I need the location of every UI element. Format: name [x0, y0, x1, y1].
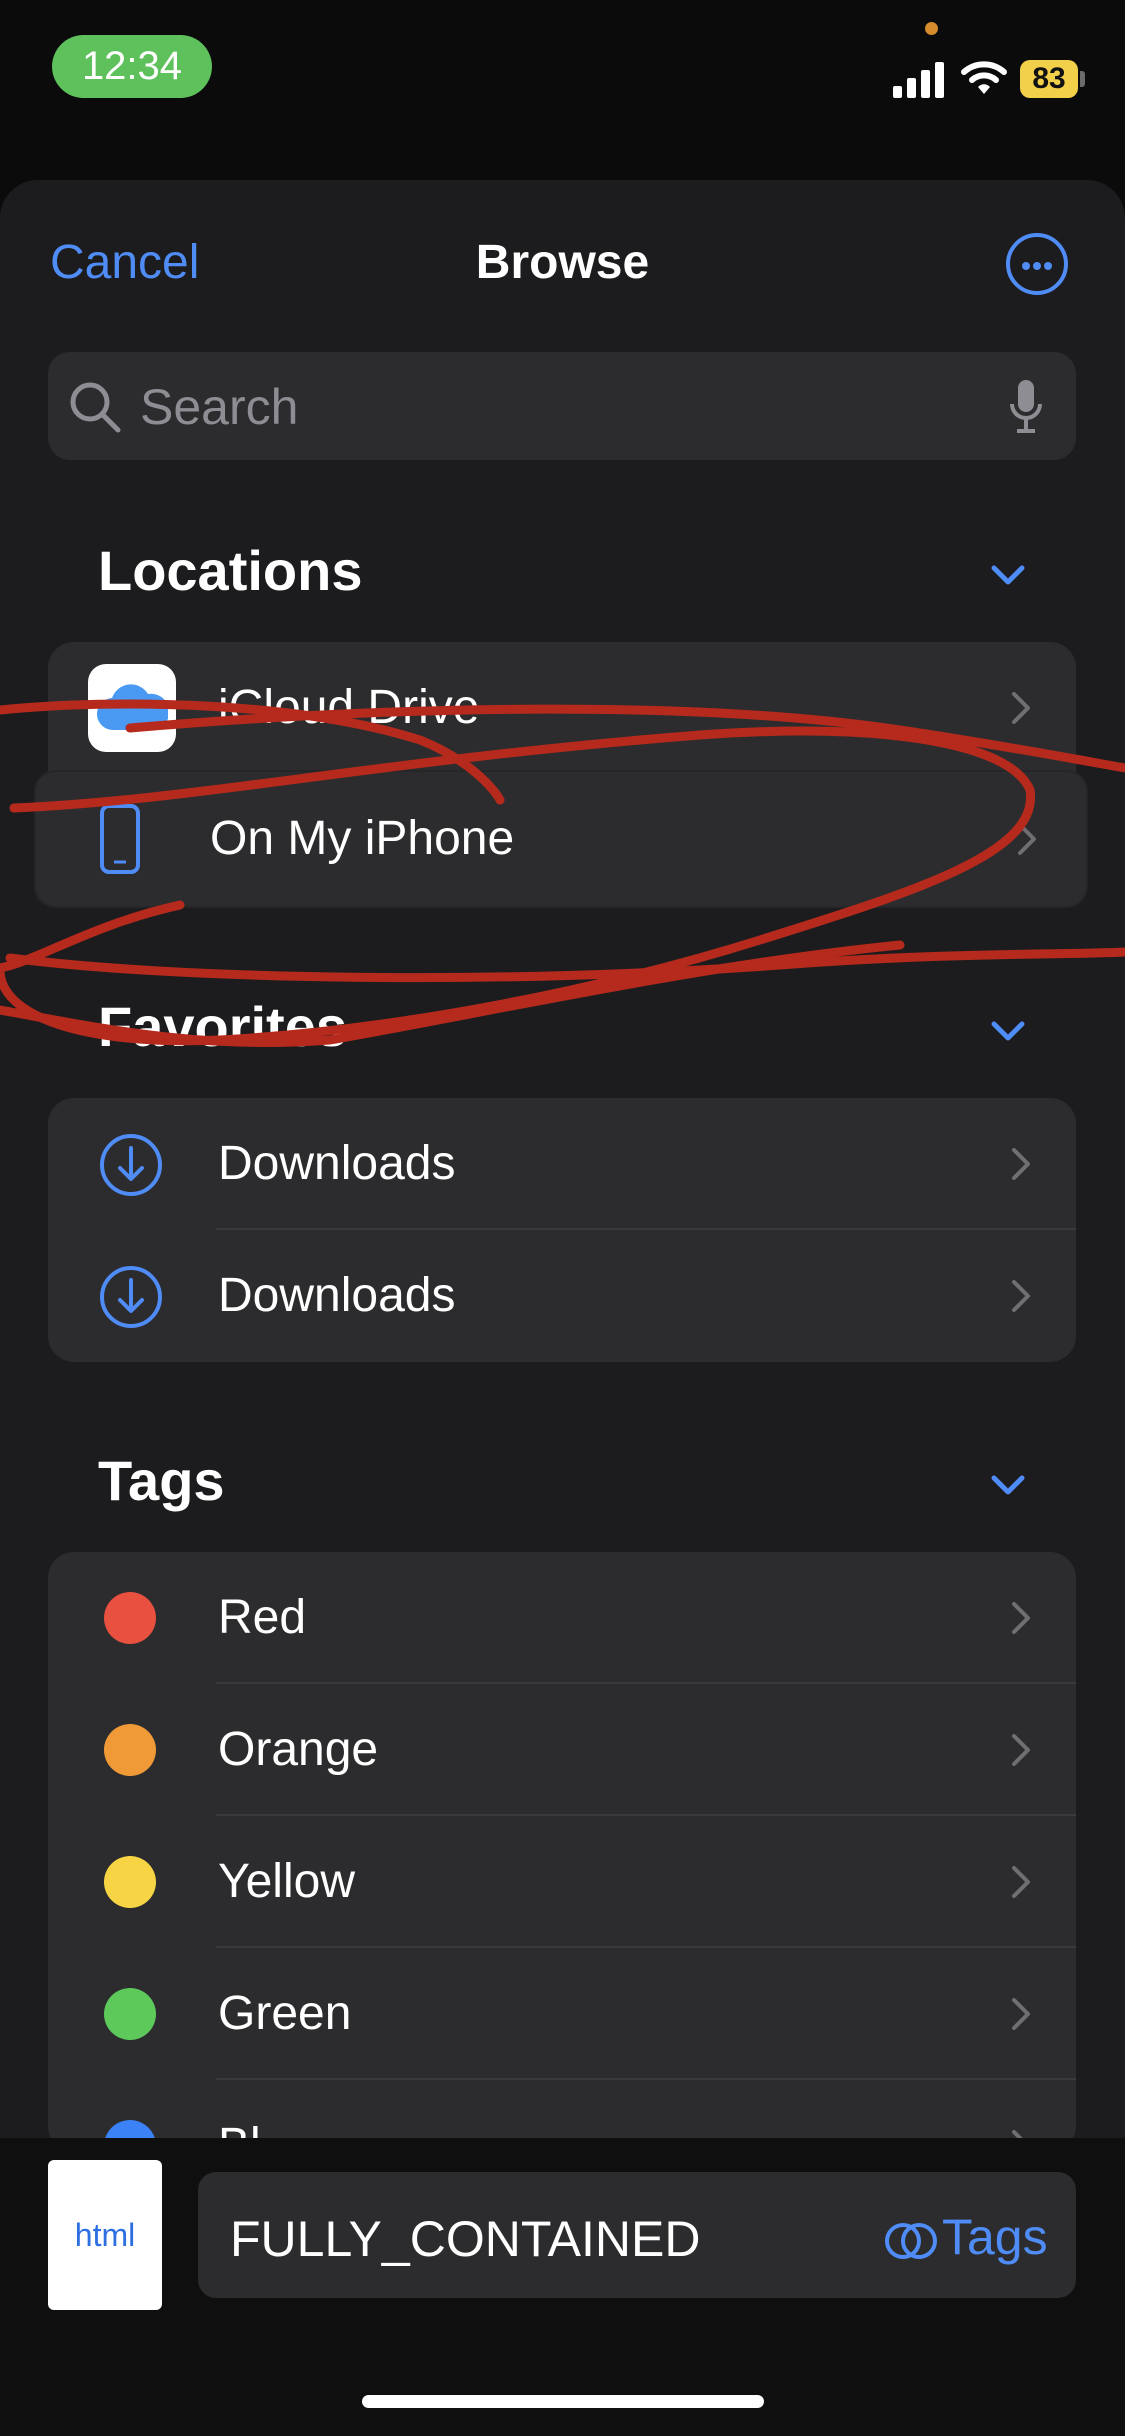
home-indicator[interactable] [362, 2395, 764, 2408]
list-item-label: Downloads [218, 1137, 456, 1190]
chevron-right-icon [1012, 1998, 1030, 2030]
chevron-right-icon [1012, 1602, 1030, 1634]
cancel-button[interactable]: Cancel [50, 235, 199, 290]
chevron-right-icon [1012, 1734, 1030, 1766]
privacy-indicator-dot [925, 22, 938, 35]
file-thumbnail: html [48, 2160, 162, 2310]
favorites-list: Downloads Downloads [48, 1098, 1076, 1362]
microphone-icon[interactable] [1008, 378, 1044, 436]
list-item-downloads[interactable]: Downloads [48, 1098, 1076, 1230]
search-input[interactable]: Search [140, 378, 298, 436]
cellular-signal-icon [893, 58, 945, 98]
tags-button[interactable]: Tags [884, 2208, 1048, 2266]
iphone-icon [100, 804, 140, 874]
section-title-locations: Locations [98, 539, 363, 602]
battery-indicator: 83 [1020, 60, 1078, 98]
list-item-tag[interactable]: Orange [48, 1684, 1076, 1816]
list-item-label: iCloud Drive [218, 681, 480, 734]
icloud-icon [88, 664, 176, 752]
list-item-label: Green [218, 1987, 352, 2040]
tag-color-dot [104, 1988, 156, 2040]
section-title-tags: Tags [98, 1449, 225, 1512]
chevron-right-icon [1012, 1280, 1030, 1312]
file-name-input[interactable]: FULLY_CONTAINED [230, 2210, 700, 2268]
status-time: 12:34 [52, 35, 212, 98]
battery-tip [1080, 71, 1085, 87]
chevron-right-icon [1018, 823, 1036, 855]
download-circle-icon [100, 1266, 162, 1328]
section-title-favorites: Favorites [98, 995, 347, 1058]
download-circle-icon [100, 1134, 162, 1196]
chevron-down-icon[interactable] [988, 556, 1028, 596]
list-item-label: Orange [218, 1723, 379, 1776]
tags-button-label: Tags [942, 2209, 1048, 2265]
tag-color-dot [104, 1724, 156, 1776]
ellipsis-circle-icon[interactable] [1006, 233, 1068, 295]
chevron-down-icon[interactable] [988, 1012, 1028, 1052]
list-item-label: On My iPhone [210, 812, 515, 865]
list-item-downloads[interactable]: Downloads [48, 1230, 1076, 1362]
list-item-label: Red [218, 1591, 307, 1644]
list-item-label: Downloads [218, 1269, 456, 1322]
tags-list: Red Orange Yellow Green Bl [48, 1552, 1076, 2152]
list-item-tag[interactable]: Red [48, 1552, 1076, 1684]
tag-toggle-icon [885, 2223, 937, 2259]
chevron-right-icon [1012, 692, 1030, 724]
list-item-label: Yellow [218, 1855, 355, 1908]
chevron-right-icon [1012, 1148, 1030, 1180]
list-item-tag[interactable]: Green [48, 1948, 1076, 2080]
list-item-icloud-drive[interactable]: iCloud Drive [48, 642, 1076, 774]
list-item-tag[interactable]: Yellow [48, 1816, 1076, 1948]
wifi-icon [961, 61, 1007, 94]
search-icon [70, 382, 121, 433]
list-item-on-my-iphone[interactable]: On My iPhone [36, 772, 1086, 906]
tag-color-dot [104, 1592, 156, 1644]
chevron-right-icon [1012, 1866, 1030, 1898]
chevron-down-icon[interactable] [988, 1466, 1028, 1506]
tag-color-dot [104, 1856, 156, 1908]
